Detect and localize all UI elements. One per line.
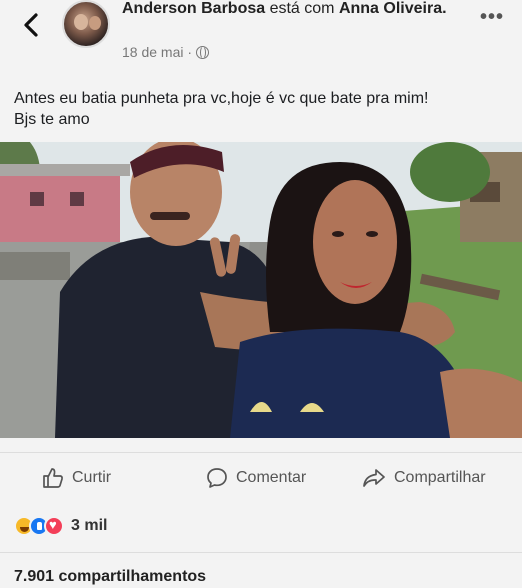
share-count[interactable]: 7.901 compartilhamentos <box>14 568 206 586</box>
post-photo[interactable] <box>0 142 522 438</box>
action-bar: Curtir Comentar Compartilhar <box>0 452 522 498</box>
post-meta: 18 de mai · <box>122 44 210 60</box>
share-button[interactable]: Compartilhar <box>362 467 486 489</box>
comment-button[interactable]: Comentar <box>206 467 306 489</box>
photo-illustration <box>0 142 522 438</box>
thumbs-up-icon <box>43 468 63 488</box>
tagged-name[interactable]: Anna Oliveira. <box>339 0 447 17</box>
post-text-line-1: Antes eu batia punheta pra vc,hoje é vc … <box>14 90 429 107</box>
post-author[interactable]: Anderson Barbosa está com Anna Oliveira. <box>122 0 452 18</box>
chevron-left-icon <box>24 13 38 37</box>
like-label: Curtir <box>72 469 112 486</box>
comment-label: Comentar <box>236 469 307 486</box>
post-text-line-2: Bjs te amo <box>14 111 90 128</box>
avatar-face-1 <box>74 14 88 30</box>
post-text: Antes eu batia punheta pra vc,hoje é vc … <box>14 88 514 130</box>
author-name[interactable]: Anderson Barbosa <box>122 0 265 17</box>
post-date[interactable]: 18 de mai · <box>122 44 192 60</box>
more-options-icon: ••• <box>480 6 505 28</box>
post-card: Anderson Barbosa está com Anna Oliveira.… <box>0 0 522 588</box>
avatar[interactable] <box>62 0 110 48</box>
reaction-count: 3 mil <box>71 517 108 534</box>
globe-icon <box>196 45 210 59</box>
share-label: Compartilhar <box>394 469 486 486</box>
avatar-face-2 <box>89 16 101 30</box>
post-header: Anderson Barbosa está com Anna Oliveira.… <box>0 0 522 70</box>
share-icon <box>363 469 385 487</box>
back-button[interactable] <box>20 10 50 40</box>
with-text: está com <box>265 0 339 17</box>
divider <box>0 552 522 553</box>
more-options-button[interactable]: ••• <box>480 7 504 27</box>
like-button[interactable]: Curtir <box>42 467 111 489</box>
reactions-summary[interactable]: 3 mil <box>14 516 107 536</box>
love-reaction-icon <box>44 516 64 536</box>
comment-icon <box>207 468 227 488</box>
